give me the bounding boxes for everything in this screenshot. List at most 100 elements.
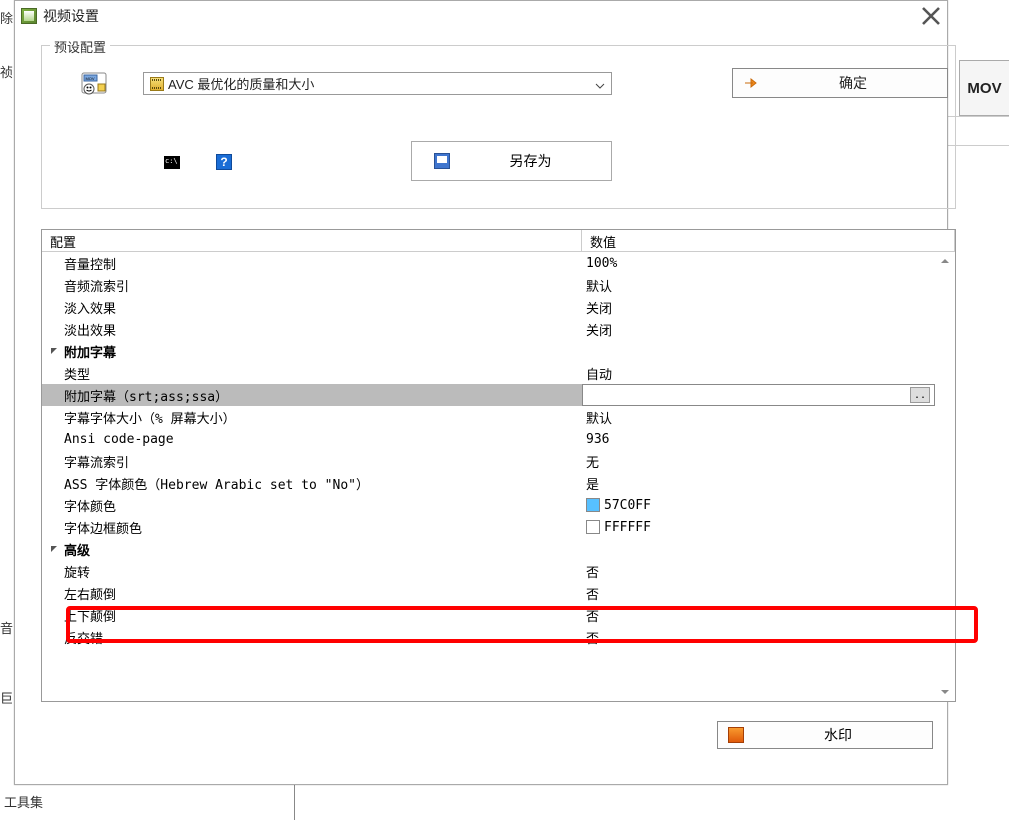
close-icon bbox=[921, 6, 941, 26]
confirm-button[interactable]: 确定 bbox=[732, 68, 948, 98]
grid-header: 配置 数值 bbox=[42, 230, 955, 252]
grid-cell-value: 默认 bbox=[582, 274, 935, 296]
expand-triangle-icon[interactable] bbox=[50, 346, 60, 356]
grid-cell-name: 字体边框颜色 bbox=[42, 516, 582, 538]
grid-row[interactable]: Ansi code-page936 bbox=[42, 428, 935, 450]
grid-cell-value: FFFFFF bbox=[582, 516, 935, 538]
save-as-button[interactable]: 另存为 bbox=[411, 141, 612, 181]
grid-row[interactable]: 反交错否 bbox=[42, 626, 935, 648]
grid-cell-value bbox=[582, 340, 935, 362]
grid-cell-name: 附加字幕（srt;ass;ssa） bbox=[42, 384, 582, 406]
expand-triangle-icon[interactable] bbox=[50, 544, 60, 554]
grid-cell-name: 字体颜色 bbox=[42, 494, 582, 516]
grid-cell-name: 音频流索引 bbox=[42, 274, 582, 296]
film-icon bbox=[150, 77, 164, 91]
color-swatch bbox=[586, 498, 600, 512]
background-char-4: 巨 bbox=[0, 688, 13, 707]
background-divider-2 bbox=[948, 145, 1009, 146]
grid-row[interactable]: 音量控制100% bbox=[42, 252, 935, 274]
scroll-up-arrow[interactable] bbox=[935, 252, 955, 270]
preset-dropdown[interactable]: AVC 最优化的质量和大小 bbox=[143, 72, 612, 95]
watermark-button[interactable]: 水印 bbox=[717, 721, 933, 749]
grid-row[interactable]: 上下颠倒否 bbox=[42, 604, 935, 626]
grid-body: 音量控制100%音频流索引默认淡入效果关闭淡出效果关闭附加字幕类型自动附加字幕（… bbox=[42, 252, 935, 701]
settings-grid: 配置 数值 音量控制100%音频流索引默认淡入效果关闭淡出效果关闭附加字幕类型自… bbox=[41, 229, 956, 702]
grid-cell-value: 100% bbox=[582, 252, 935, 274]
grid-cell-name: 高级 bbox=[42, 538, 582, 560]
preset-groupbox: 预设配置 MOV AVC 最优化的质量和大小 确定 bbox=[41, 45, 956, 209]
app-icon bbox=[21, 8, 37, 24]
grid-row[interactable]: 字体颜色57C0FF bbox=[42, 494, 935, 516]
grid-header-config[interactable]: 配置 bbox=[42, 230, 582, 252]
vertical-scrollbar[interactable] bbox=[935, 252, 955, 701]
grid-cell-value: 自动 bbox=[582, 362, 935, 384]
preset-group-label: 预设配置 bbox=[50, 37, 110, 56]
arrow-right-icon bbox=[743, 75, 759, 91]
browse-button[interactable]: .. bbox=[910, 387, 930, 403]
grid-cell-value[interactable]: .. bbox=[582, 384, 935, 406]
background-char-1: 除 bbox=[0, 8, 13, 27]
grid-cell-name: ASS 字体颜色（Hebrew Arabic set to "No"） bbox=[42, 472, 582, 494]
background-separator bbox=[294, 785, 295, 820]
grid-row[interactable]: 附加字幕（srt;ass;ssa）.. bbox=[42, 384, 935, 406]
help-icon[interactable]: ? bbox=[216, 154, 232, 170]
watermark-label: 水印 bbox=[744, 725, 932, 745]
grid-cell-name: 淡入效果 bbox=[42, 296, 582, 318]
grid-cell-value: 否 bbox=[582, 626, 935, 648]
background-char-2: 祯 bbox=[0, 62, 13, 81]
preset-selected-label: AVC 最优化的质量和大小 bbox=[168, 74, 314, 93]
titlebar: 视频设置 bbox=[15, 1, 947, 31]
background-tab-mov[interactable]: MOV bbox=[959, 60, 1009, 116]
grid-row[interactable]: 淡入效果关闭 bbox=[42, 296, 935, 318]
window-title: 视频设置 bbox=[43, 6, 921, 26]
background-char-3: 音 bbox=[0, 618, 13, 637]
grid-cell-name: 旋转 bbox=[42, 560, 582, 582]
save-as-label: 另存为 bbox=[450, 151, 611, 171]
grid-cell-name: 音量控制 bbox=[42, 252, 582, 274]
grid-cell-value: 否 bbox=[582, 604, 935, 626]
grid-cell-name: 淡出效果 bbox=[42, 318, 582, 340]
grid-cell-value: 关闭 bbox=[582, 318, 935, 340]
grid-row[interactable]: 附加字幕 bbox=[42, 340, 935, 362]
grid-header-value[interactable]: 数值 bbox=[582, 230, 955, 252]
grid-cell-value: 否 bbox=[582, 582, 935, 604]
mov-icon: MOV bbox=[80, 71, 108, 99]
grid-cell-value: 否 bbox=[582, 560, 935, 582]
grid-cell-name: 附加字幕 bbox=[42, 340, 582, 362]
scroll-down-arrow[interactable] bbox=[935, 683, 955, 701]
grid-cell-name: 反交错 bbox=[42, 626, 582, 648]
grid-cell-name: 类型 bbox=[42, 362, 582, 384]
color-swatch bbox=[586, 520, 600, 534]
video-settings-dialog: 视频设置 预设配置 MOV AVC 最优化的质量和大小 bbox=[14, 0, 948, 785]
svg-text:MOV: MOV bbox=[85, 76, 94, 81]
grid-cell-value bbox=[582, 538, 935, 560]
grid-row[interactable]: 左右颠倒否 bbox=[42, 582, 935, 604]
grid-cell-value: 是 bbox=[582, 472, 935, 494]
grid-row[interactable]: 类型自动 bbox=[42, 362, 935, 384]
grid-cell-name: 字幕流索引 bbox=[42, 450, 582, 472]
grid-cell-value: 936 bbox=[582, 428, 935, 450]
grid-cell-name: 上下颠倒 bbox=[42, 604, 582, 626]
grid-cell-value: 默认 bbox=[582, 406, 935, 428]
watermark-icon bbox=[728, 727, 744, 743]
grid-row[interactable]: 淡出效果关闭 bbox=[42, 318, 935, 340]
grid-row[interactable]: 音频流索引默认 bbox=[42, 274, 935, 296]
grid-row[interactable]: 字幕流索引无 bbox=[42, 450, 935, 472]
grid-cell-value: 无 bbox=[582, 450, 935, 472]
grid-row[interactable]: 字体边框颜色FFFFFF bbox=[42, 516, 935, 538]
grid-row[interactable]: 旋转否 bbox=[42, 560, 935, 582]
grid-cell-name: Ansi code-page bbox=[42, 428, 582, 450]
commandline-icon[interactable] bbox=[164, 156, 180, 169]
grid-cell-value: 57C0FF bbox=[582, 494, 935, 516]
grid-cell-value: 关闭 bbox=[582, 296, 935, 318]
grid-cell-name: 字幕字体大小（% 屏幕大小） bbox=[42, 406, 582, 428]
grid-row[interactable]: ASS 字体颜色（Hebrew Arabic set to "No"）是 bbox=[42, 472, 935, 494]
close-button[interactable] bbox=[921, 6, 941, 26]
background-divider bbox=[948, 116, 1009, 117]
grid-row[interactable]: 高级 bbox=[42, 538, 935, 560]
background-toolset-label: 工具集 bbox=[4, 792, 43, 811]
chevron-down-icon bbox=[595, 79, 605, 89]
confirm-button-label: 确定 bbox=[759, 73, 947, 93]
grid-row[interactable]: 字幕字体大小（% 屏幕大小）默认 bbox=[42, 406, 935, 428]
grid-cell-name: 左右颠倒 bbox=[42, 582, 582, 604]
